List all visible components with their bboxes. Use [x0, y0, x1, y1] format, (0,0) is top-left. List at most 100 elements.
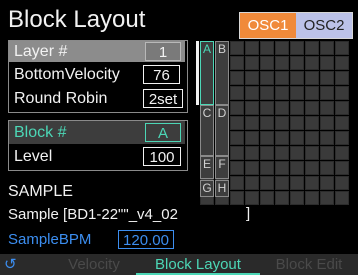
tab-osc1[interactable]: OSC1 [240, 13, 296, 38]
grid-cell[interactable] [245, 41, 259, 55]
grid-cell[interactable] [230, 71, 244, 85]
tab-osc2[interactable]: OSC2 [296, 13, 352, 38]
grid-cell[interactable] [305, 56, 319, 70]
grid-cell[interactable] [260, 176, 274, 190]
grid-cell[interactable] [260, 71, 274, 85]
grid-cell[interactable] [320, 86, 334, 100]
grid-cell[interactable] [290, 161, 304, 175]
grid-cell[interactable] [320, 41, 334, 55]
grid-cell[interactable] [335, 116, 349, 130]
grid-cell[interactable] [290, 86, 304, 100]
level-value[interactable]: 100 [143, 147, 181, 166]
grid-cell[interactable] [275, 86, 289, 100]
grid-cell[interactable] [275, 131, 289, 145]
grid-cell[interactable] [275, 41, 289, 55]
sample-name[interactable]: Sample [BD1-22""_v4_02 [8, 205, 178, 225]
grid-cell[interactable] [275, 191, 289, 205]
block-grid[interactable]: AB CD EFGH [196, 41, 350, 205]
block-cell-b[interactable]: B [215, 41, 229, 105]
grid-cell[interactable] [335, 86, 349, 100]
block-cell-g[interactable]: G [200, 180, 214, 197]
grid-cell[interactable] [275, 71, 289, 85]
grid-cell[interactable] [290, 56, 304, 70]
grid-cell[interactable] [260, 56, 274, 70]
grid-cell[interactable] [245, 146, 259, 160]
grid-cell[interactable] [305, 86, 319, 100]
grid-cell[interactable] [260, 41, 274, 55]
grid-cell[interactable] [320, 146, 334, 160]
grid-cell[interactable] [305, 41, 319, 55]
grid-cell[interactable] [260, 101, 274, 115]
grid-cell[interactable] [260, 86, 274, 100]
bottom-velocity-value[interactable]: 76 [143, 65, 180, 84]
grid-cell[interactable] [275, 101, 289, 115]
block-cell-a[interactable]: A [200, 41, 214, 105]
block-cell-c[interactable]: C [200, 105, 214, 156]
grid-cell[interactable] [290, 176, 304, 190]
grid-cell[interactable] [305, 116, 319, 130]
grid-cell[interactable] [230, 191, 244, 205]
grid-cell[interactable] [260, 131, 274, 145]
grid-cell[interactable] [335, 101, 349, 115]
block-cell-e[interactable]: E [200, 156, 214, 179]
tab-block-edit[interactable]: Block Edit [262, 254, 356, 275]
grid-cell[interactable] [245, 86, 259, 100]
grid-cell[interactable] [290, 191, 304, 205]
grid-cell[interactable] [230, 146, 244, 160]
grid-cell[interactable] [275, 116, 289, 130]
round-robin-value[interactable]: 2set [143, 89, 183, 108]
grid-cell[interactable] [320, 101, 334, 115]
grid-cell[interactable] [260, 116, 274, 130]
grid-cell[interactable] [230, 176, 244, 190]
grid-cell[interactable] [260, 146, 274, 160]
grid-cell[interactable] [230, 116, 244, 130]
sample-bpm-value[interactable]: 120.00 [118, 230, 174, 249]
grid-cell[interactable] [230, 161, 244, 175]
grid-cell[interactable] [305, 176, 319, 190]
grid-cell[interactable] [230, 131, 244, 145]
grid-cell[interactable] [335, 191, 349, 205]
grid-cell[interactable] [275, 161, 289, 175]
grid-cell[interactable] [335, 161, 349, 175]
grid-cell[interactable] [290, 131, 304, 145]
grid-cell[interactable] [305, 131, 319, 145]
grid-cell[interactable] [260, 191, 274, 205]
grid-cell[interactable] [305, 101, 319, 115]
grid-cell[interactable] [305, 161, 319, 175]
grid-cell[interactable] [290, 146, 304, 160]
block-cell-h[interactable]: H [215, 180, 229, 197]
grid-cell[interactable] [245, 116, 259, 130]
grid-cell[interactable] [275, 146, 289, 160]
block-cell-f[interactable]: F [215, 156, 229, 179]
grid-cell[interactable] [275, 56, 289, 70]
grid-cell[interactable] [320, 131, 334, 145]
grid-cell[interactable] [245, 131, 259, 145]
grid-cell[interactable] [335, 131, 349, 145]
grid-cell[interactable] [230, 86, 244, 100]
grid-cell[interactable] [305, 191, 319, 205]
grid-cell[interactable] [305, 146, 319, 160]
grid-cell[interactable] [245, 191, 259, 205]
grid-cell[interactable] [335, 71, 349, 85]
grid-cell[interactable] [275, 176, 289, 190]
grid-cell[interactable] [290, 71, 304, 85]
layer-value[interactable]: 1 [145, 42, 181, 61]
grid-cell[interactable] [245, 56, 259, 70]
grid-cell[interactable] [245, 161, 259, 175]
tab-block-layout[interactable]: Block Layout [136, 254, 260, 275]
grid-cell[interactable] [305, 71, 319, 85]
grid-cell[interactable] [320, 56, 334, 70]
grid-cell[interactable] [335, 41, 349, 55]
grid-cell[interactable] [320, 71, 334, 85]
grid-cell[interactable] [230, 101, 244, 115]
grid-cell[interactable] [245, 101, 259, 115]
grid-cell[interactable] [230, 56, 244, 70]
grid-cell[interactable] [230, 41, 244, 55]
grid-cell[interactable] [320, 176, 334, 190]
grid-cell[interactable] [320, 191, 334, 205]
grid-cell[interactable] [320, 116, 334, 130]
refresh-icon[interactable]: ↺ [4, 256, 17, 273]
grid-cell[interactable] [245, 71, 259, 85]
grid-cell[interactable] [245, 176, 259, 190]
grid-cell[interactable] [335, 56, 349, 70]
